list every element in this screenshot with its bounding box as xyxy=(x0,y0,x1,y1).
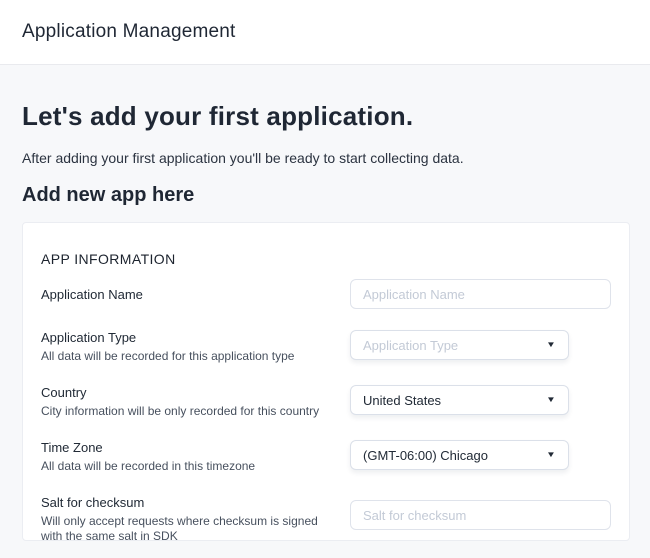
country-select-value: United States xyxy=(363,393,441,408)
application-type-select-value: Application Type xyxy=(363,338,458,353)
time-zone-select-value: (GMT-06:00) Chicago xyxy=(363,448,488,463)
application-type-field-left: Application Type All data will be record… xyxy=(41,330,350,364)
main-content: Let's add your first application. After … xyxy=(0,101,650,541)
salt-field-left: Salt for checksum Will only accept reque… xyxy=(41,495,350,541)
time-zone-field-left: Time Zone All data will be recorded in t… xyxy=(41,440,350,474)
dropdown-caret-icon: ▼ xyxy=(546,396,556,404)
application-name-input[interactable] xyxy=(350,279,611,309)
top-bar: Application Management xyxy=(0,0,650,65)
application-name-label: Application Name xyxy=(41,287,330,302)
salt-label: Salt for checksum xyxy=(41,495,330,510)
card-section-title: APP INFORMATION xyxy=(41,251,611,267)
salt-for-checksum-row: Salt for checksum Will only accept reque… xyxy=(41,495,611,541)
add-app-section-heading: Add new app here xyxy=(22,184,630,207)
time-zone-helper: All data will be recorded in this timezo… xyxy=(41,459,330,474)
time-zone-row: Time Zone All data will be recorded in t… xyxy=(41,440,611,474)
application-type-select[interactable]: Application Type ▼ xyxy=(350,330,569,360)
intro-heading: Let's add your first application. xyxy=(22,101,630,131)
application-type-row: Application Type All data will be record… xyxy=(41,330,611,364)
country-helper: City information will be only recorded f… xyxy=(41,404,330,419)
app-information-card: APP INFORMATION Application Name Applica… xyxy=(22,222,630,541)
salt-helper: Will only accept requests where checksum… xyxy=(41,514,330,541)
country-select[interactable]: United States ▼ xyxy=(350,385,569,415)
time-zone-select[interactable]: (GMT-06:00) Chicago ▼ xyxy=(350,440,569,470)
salt-input[interactable] xyxy=(350,500,611,530)
intro-subheading: After adding your first application you'… xyxy=(22,150,630,166)
time-zone-label: Time Zone xyxy=(41,440,330,455)
country-field-left: Country City information will be only re… xyxy=(41,385,350,419)
dropdown-caret-icon: ▼ xyxy=(546,341,556,349)
page-title: Application Management xyxy=(22,21,236,43)
application-name-field-left: Application Name xyxy=(41,287,350,302)
application-name-row: Application Name xyxy=(41,279,611,309)
country-row: Country City information will be only re… xyxy=(41,385,611,419)
country-label: Country xyxy=(41,385,330,400)
application-type-label: Application Type xyxy=(41,330,330,345)
application-type-helper: All data will be recorded for this appli… xyxy=(41,349,330,364)
dropdown-caret-icon: ▼ xyxy=(546,451,556,459)
